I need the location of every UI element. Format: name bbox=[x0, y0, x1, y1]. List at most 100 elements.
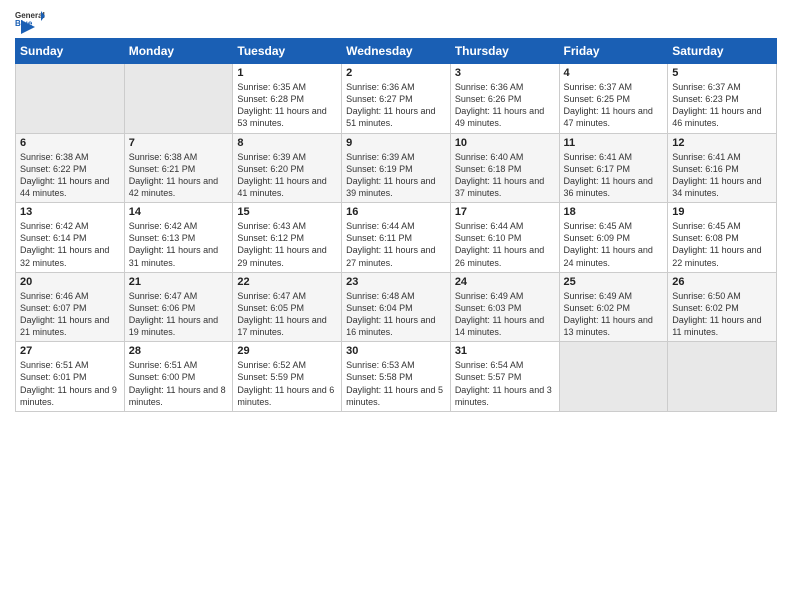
day-info: Sunrise: 6:46 AM Sunset: 6:07 PM Dayligh… bbox=[20, 290, 120, 339]
day-number: 18 bbox=[564, 206, 664, 218]
logo-arrow-icon bbox=[17, 20, 35, 34]
day-number: 17 bbox=[455, 206, 555, 218]
day-number: 30 bbox=[346, 345, 446, 357]
day-info: Sunrise: 6:45 AM Sunset: 6:09 PM Dayligh… bbox=[564, 220, 664, 269]
day-number: 29 bbox=[237, 345, 337, 357]
day-info: Sunrise: 6:41 AM Sunset: 6:16 PM Dayligh… bbox=[672, 151, 772, 200]
calendar-week-row: 20Sunrise: 6:46 AM Sunset: 6:07 PM Dayli… bbox=[16, 272, 777, 342]
day-info: Sunrise: 6:49 AM Sunset: 6:02 PM Dayligh… bbox=[564, 290, 664, 339]
calendar-cell: 5 Sunrise: 6:37 AM Sunset: 6:23 PM Daylig… bbox=[668, 64, 777, 134]
day-number: 12 bbox=[672, 137, 772, 149]
calendar-cell: 21 Sunrise: 6:47 AM Sunset: 6:06 PM Dayli… bbox=[124, 272, 233, 342]
header: General Blue bbox=[15, 10, 777, 30]
calendar-cell: 28 Sunrise: 6:51 AM Sunset: 6:00 PM Dayli… bbox=[124, 342, 233, 412]
day-number: 1 bbox=[237, 67, 337, 79]
calendar-cell: 30 Sunrise: 6:53 AM Sunset: 5:58 PM Dayli… bbox=[342, 342, 451, 412]
day-number: 4 bbox=[564, 67, 664, 79]
day-info: Sunrise: 6:40 AM Sunset: 6:18 PM Dayligh… bbox=[455, 151, 555, 200]
day-number: 26 bbox=[672, 276, 772, 288]
weekday-header-tuesday: Tuesday bbox=[233, 39, 342, 64]
day-info: Sunrise: 6:37 AM Sunset: 6:25 PM Dayligh… bbox=[564, 81, 664, 130]
calendar-cell: 15Sunrise: 6:43 AM Sunset: 6:12 PM Dayli… bbox=[233, 203, 342, 273]
calendar-cell: 7Sunrise: 6:38 AM Sunset: 6:21 PM Daylig… bbox=[124, 133, 233, 203]
day-number: 13 bbox=[20, 206, 120, 218]
calendar-cell: 31 Sunrise: 6:54 AM Sunset: 5:57 PM Dayli… bbox=[450, 342, 559, 412]
day-info: Sunrise: 6:51 AM Sunset: 6:01 PM Dayligh… bbox=[20, 359, 120, 408]
day-number: 14 bbox=[129, 206, 229, 218]
day-info: Sunrise: 6:47 AM Sunset: 6:06 PM Dayligh… bbox=[129, 290, 229, 339]
calendar-week-row: 13 Sunrise: 6:42 AM Sunset: 6:14 PM Dayli… bbox=[16, 203, 777, 273]
calendar-cell: 4 Sunrise: 6:37 AM Sunset: 6:25 PM Daylig… bbox=[559, 64, 668, 134]
calendar-cell: 12 Sunrise: 6:41 AM Sunset: 6:16 PM Dayli… bbox=[668, 133, 777, 203]
day-number: 8 bbox=[237, 137, 337, 149]
calendar-cell: 20Sunrise: 6:46 AM Sunset: 6:07 PM Dayli… bbox=[16, 272, 125, 342]
calendar-cell: 25 Sunrise: 6:49 AM Sunset: 6:02 PM Dayli… bbox=[559, 272, 668, 342]
calendar-cell: 2 Sunrise: 6:36 AM Sunset: 6:27 PM Daylig… bbox=[342, 64, 451, 134]
day-number: 21 bbox=[129, 276, 229, 288]
calendar-week-row: 1 Sunrise: 6:35 AM Sunset: 6:28 PM Daylig… bbox=[16, 64, 777, 134]
day-info: Sunrise: 6:44 AM Sunset: 6:10 PM Dayligh… bbox=[455, 220, 555, 269]
weekday-header-friday: Friday bbox=[559, 39, 668, 64]
day-info: Sunrise: 6:44 AM Sunset: 6:11 PM Dayligh… bbox=[346, 220, 446, 269]
weekday-header-sunday: Sunday bbox=[16, 39, 125, 64]
day-info: Sunrise: 6:36 AM Sunset: 6:27 PM Dayligh… bbox=[346, 81, 446, 130]
day-info: Sunrise: 6:37 AM Sunset: 6:23 PM Dayligh… bbox=[672, 81, 772, 130]
day-info: Sunrise: 6:42 AM Sunset: 6:13 PM Dayligh… bbox=[129, 220, 229, 269]
day-number: 15 bbox=[237, 206, 337, 218]
calendar-cell: 10 Sunrise: 6:40 AM Sunset: 6:18 PM Dayli… bbox=[450, 133, 559, 203]
calendar-cell: 6Sunrise: 6:38 AM Sunset: 6:22 PM Daylig… bbox=[16, 133, 125, 203]
calendar-cell: 29 Sunrise: 6:52 AM Sunset: 5:59 PM Dayli… bbox=[233, 342, 342, 412]
day-number: 27 bbox=[20, 345, 120, 357]
calendar-week-row: 6Sunrise: 6:38 AM Sunset: 6:22 PM Daylig… bbox=[16, 133, 777, 203]
calendar-cell bbox=[559, 342, 668, 412]
calendar-cell bbox=[668, 342, 777, 412]
day-info: Sunrise: 6:52 AM Sunset: 5:59 PM Dayligh… bbox=[237, 359, 337, 408]
day-info: Sunrise: 6:53 AM Sunset: 5:58 PM Dayligh… bbox=[346, 359, 446, 408]
day-number: 2 bbox=[346, 67, 446, 79]
day-info: Sunrise: 6:41 AM Sunset: 6:17 PM Dayligh… bbox=[564, 151, 664, 200]
calendar-cell: 9 Sunrise: 6:39 AM Sunset: 6:19 PM Daylig… bbox=[342, 133, 451, 203]
calendar-cell: 27 Sunrise: 6:51 AM Sunset: 6:01 PM Dayli… bbox=[16, 342, 125, 412]
day-number: 31 bbox=[455, 345, 555, 357]
day-number: 6 bbox=[20, 137, 120, 149]
day-info: Sunrise: 6:38 AM Sunset: 6:21 PM Dayligh… bbox=[129, 151, 229, 200]
calendar-cell: 1 Sunrise: 6:35 AM Sunset: 6:28 PM Daylig… bbox=[233, 64, 342, 134]
day-info: Sunrise: 6:48 AM Sunset: 6:04 PM Dayligh… bbox=[346, 290, 446, 339]
day-number: 28 bbox=[129, 345, 229, 357]
calendar-cell: 24 Sunrise: 6:49 AM Sunset: 6:03 PM Dayli… bbox=[450, 272, 559, 342]
calendar-cell bbox=[124, 64, 233, 134]
day-number: 25 bbox=[564, 276, 664, 288]
calendar-cell: 11 Sunrise: 6:41 AM Sunset: 6:17 PM Dayli… bbox=[559, 133, 668, 203]
day-info: Sunrise: 6:35 AM Sunset: 6:28 PM Dayligh… bbox=[237, 81, 337, 130]
day-info: Sunrise: 6:51 AM Sunset: 6:00 PM Dayligh… bbox=[129, 359, 229, 408]
day-info: Sunrise: 6:42 AM Sunset: 6:14 PM Dayligh… bbox=[20, 220, 120, 269]
day-info: Sunrise: 6:39 AM Sunset: 6:19 PM Dayligh… bbox=[346, 151, 446, 200]
day-number: 5 bbox=[672, 67, 772, 79]
day-info: Sunrise: 6:47 AM Sunset: 6:05 PM Dayligh… bbox=[237, 290, 337, 339]
logo: General Blue bbox=[15, 10, 45, 30]
calendar-cell: 8Sunrise: 6:39 AM Sunset: 6:20 PM Daylig… bbox=[233, 133, 342, 203]
calendar-cell: 3Sunrise: 6:36 AM Sunset: 6:26 PM Daylig… bbox=[450, 64, 559, 134]
day-info: Sunrise: 6:50 AM Sunset: 6:02 PM Dayligh… bbox=[672, 290, 772, 339]
day-number: 9 bbox=[346, 137, 446, 149]
day-number: 3 bbox=[455, 67, 555, 79]
day-info: Sunrise: 6:54 AM Sunset: 5:57 PM Dayligh… bbox=[455, 359, 555, 408]
day-number: 16 bbox=[346, 206, 446, 218]
calendar-cell bbox=[16, 64, 125, 134]
day-info: Sunrise: 6:45 AM Sunset: 6:08 PM Dayligh… bbox=[672, 220, 772, 269]
weekday-header-wednesday: Wednesday bbox=[342, 39, 451, 64]
calendar-cell: 22Sunrise: 6:47 AM Sunset: 6:05 PM Dayli… bbox=[233, 272, 342, 342]
weekday-header-thursday: Thursday bbox=[450, 39, 559, 64]
calendar-cell: 14 Sunrise: 6:42 AM Sunset: 6:13 PM Dayli… bbox=[124, 203, 233, 273]
day-number: 11 bbox=[564, 137, 664, 149]
day-number: 10 bbox=[455, 137, 555, 149]
day-number: 23 bbox=[346, 276, 446, 288]
calendar-cell: 17 Sunrise: 6:44 AM Sunset: 6:10 PM Dayli… bbox=[450, 203, 559, 273]
day-info: Sunrise: 6:49 AM Sunset: 6:03 PM Dayligh… bbox=[455, 290, 555, 339]
day-number: 19 bbox=[672, 206, 772, 218]
day-number: 24 bbox=[455, 276, 555, 288]
calendar-table: SundayMondayTuesdayWednesdayThursdayFrid… bbox=[15, 38, 777, 412]
calendar-week-row: 27 Sunrise: 6:51 AM Sunset: 6:01 PM Dayli… bbox=[16, 342, 777, 412]
calendar-header-row: SundayMondayTuesdayWednesdayThursdayFrid… bbox=[16, 39, 777, 64]
calendar-cell: 23 Sunrise: 6:48 AM Sunset: 6:04 PM Dayli… bbox=[342, 272, 451, 342]
